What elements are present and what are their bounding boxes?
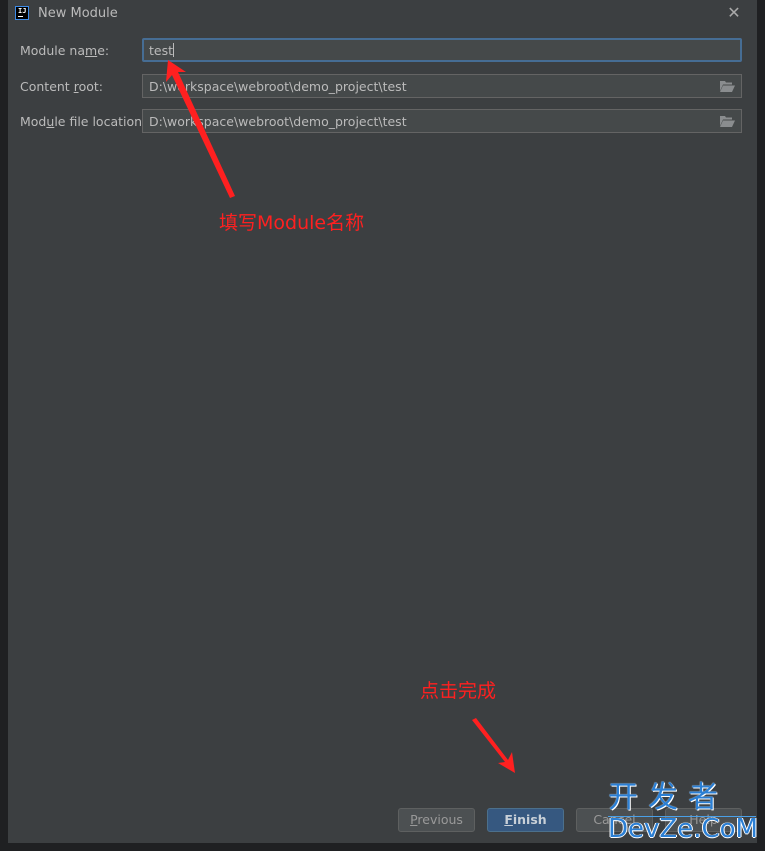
finish-button[interactable]: Finish bbox=[487, 808, 564, 832]
label-text: e: bbox=[97, 43, 110, 58]
label-text: Mod bbox=[20, 114, 47, 129]
content-root-label: Content root: bbox=[20, 79, 103, 94]
label-text: le file location: bbox=[54, 114, 147, 129]
title-bar: IJ New Module ✕ bbox=[8, 0, 757, 30]
module-file-location-value: D:\workspace\webroot\demo_project\test bbox=[149, 114, 407, 129]
module-file-location-input[interactable]: D:\workspace\webroot\demo_project\test bbox=[142, 109, 742, 133]
label-text: oot: bbox=[78, 79, 103, 94]
module-name-input[interactable]: test bbox=[142, 38, 742, 62]
annotation-fill-module-name: 填写Module名称 bbox=[219, 212, 365, 234]
module-file-location-label: Module file location: bbox=[20, 114, 146, 129]
app-icon-underline bbox=[18, 16, 23, 17]
label-mnemonic: m bbox=[85, 43, 98, 58]
app-icon-text: IJ bbox=[18, 7, 27, 15]
intellij-icon: IJ bbox=[15, 6, 29, 20]
folder-open-icon[interactable] bbox=[720, 115, 735, 127]
button-label: inish bbox=[512, 812, 547, 827]
button-label: revious bbox=[417, 812, 463, 827]
module-file-location-row: Module file location: D:\workspace\webro… bbox=[8, 109, 757, 135]
label-text: Module na bbox=[20, 43, 86, 58]
content-root-row: Content root: D:\workspace\webroot\demo_… bbox=[8, 74, 757, 100]
text-caret bbox=[173, 43, 175, 57]
content-root-input[interactable]: D:\workspace\webroot\demo_project\test bbox=[142, 74, 742, 98]
content-root-value: D:\workspace\webroot\demo_project\test bbox=[149, 79, 407, 94]
cancel-button[interactable]: Cancel bbox=[576, 808, 653, 832]
label-text: Content bbox=[20, 79, 74, 94]
module-name-label: Module name: bbox=[20, 43, 109, 58]
window-title: New Module bbox=[38, 6, 118, 21]
module-name-value: test bbox=[149, 43, 174, 58]
help-button[interactable]: Help bbox=[665, 808, 742, 832]
close-icon[interactable]: ✕ bbox=[727, 5, 741, 21]
annotation-click-finish: 点击完成 bbox=[420, 680, 497, 702]
new-module-dialog: IJ New Module ✕ Module name: test Conten… bbox=[8, 0, 757, 843]
module-name-row: Module name: test bbox=[8, 38, 757, 64]
folder-open-icon[interactable] bbox=[720, 80, 735, 92]
previous-button[interactable]: Previous bbox=[398, 808, 475, 832]
button-mnemonic: F bbox=[504, 812, 513, 827]
